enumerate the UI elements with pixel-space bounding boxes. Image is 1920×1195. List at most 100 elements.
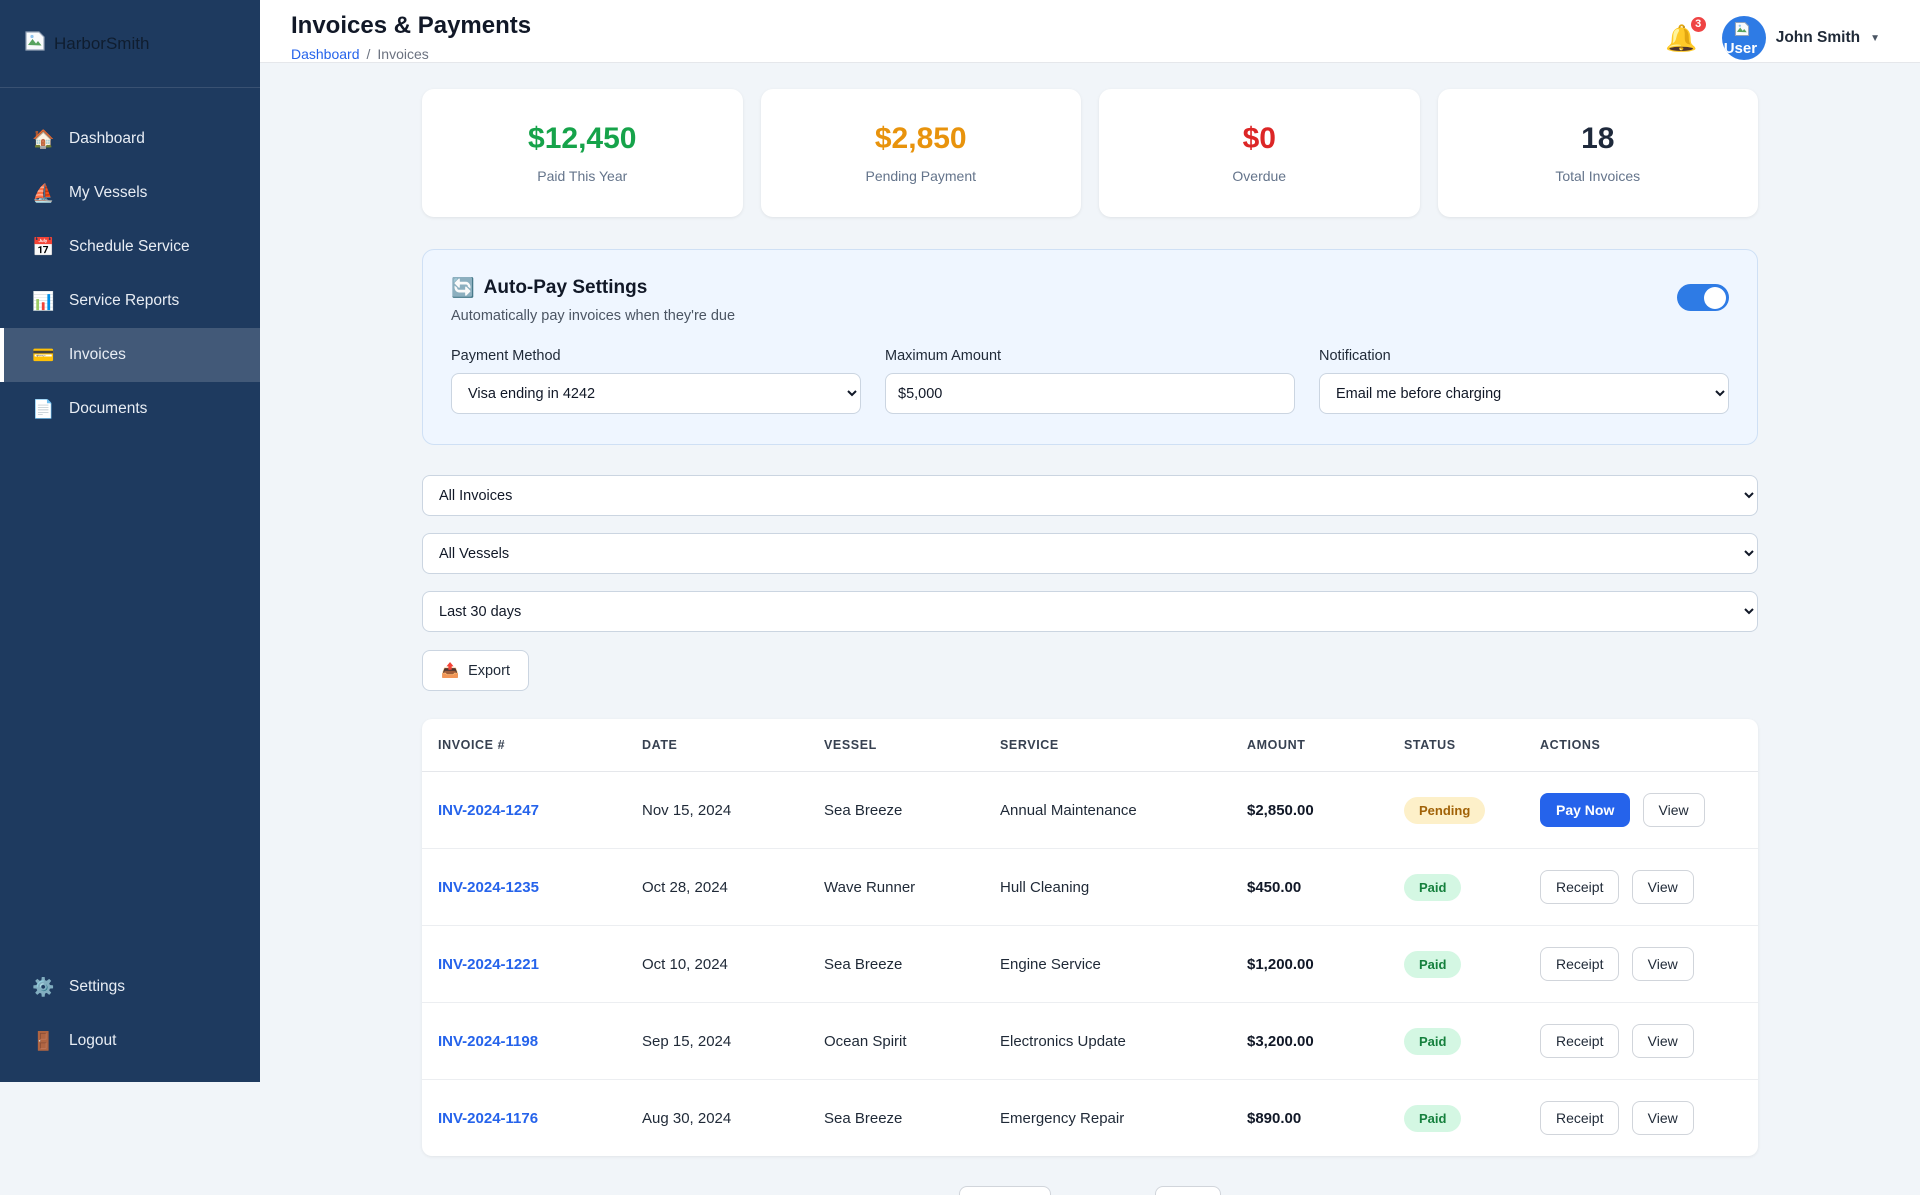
export-button[interactable]: 📤 Export — [422, 650, 529, 691]
vessel-filter[interactable]: All Vessels — [422, 533, 1758, 574]
column-header-service: SERVICE — [984, 719, 1231, 772]
previous-page-button[interactable]: Previous — [958, 1186, 1052, 1195]
autopay-icon: 🔄 — [451, 278, 475, 299]
stat-label: Paid This Year — [537, 168, 628, 184]
invoice-vessel: Sea Breeze — [808, 925, 984, 1003]
view-button[interactable]: View — [1631, 870, 1694, 904]
receipt-button[interactable]: Receipt — [1540, 947, 1620, 981]
table-row: INV-2024-1221 Oct 10, 2024 Sea Breeze En… — [422, 925, 1758, 1003]
column-header-vessel: VESSEL — [808, 719, 984, 772]
breadcrumb-current: Invoices — [377, 46, 429, 62]
avatar-alt-text: User — [1723, 40, 1758, 57]
notification-select[interactable]: Email me before charging — [1319, 373, 1729, 414]
sidebar-item-label: Dashboard — [69, 130, 145, 147]
sidebar-item-documents[interactable]: 📄 Documents — [0, 382, 260, 436]
invoice-vessel: Sea Breeze — [808, 771, 984, 849]
bar-chart-icon: 📊 — [32, 290, 55, 311]
credit-card-icon: 💳 — [32, 344, 55, 365]
view-button[interactable]: View — [1631, 1101, 1694, 1135]
sidebar-item-my-vessels[interactable]: ⛵ My Vessels — [0, 166, 260, 220]
receipt-button[interactable]: Receipt — [1540, 1101, 1620, 1135]
receipt-button[interactable]: Receipt — [1540, 1024, 1620, 1058]
stat-value: $12,450 — [528, 122, 637, 155]
invoice-link[interactable]: INV-2024-1247 — [438, 802, 539, 819]
stats-row: $12,450 Paid This Year $2,850 Pending Pa… — [422, 89, 1758, 217]
column-header-amount: AMOUNT — [1231, 719, 1388, 772]
toggle-knob — [1704, 286, 1726, 309]
notifications-button[interactable]: 🔔 3 — [1665, 14, 1708, 54]
export-label: Export — [468, 662, 510, 679]
top-header: Invoices & Payments Dashboard / Invoices… — [260, 0, 1920, 63]
user-menu[interactable]: User John Smith ▼ — [1721, 16, 1880, 60]
invoice-link[interactable]: INV-2024-1221 — [438, 956, 539, 973]
date-range-filter[interactable]: Last 30 days — [422, 591, 1758, 632]
breadcrumb-separator: / — [366, 46, 371, 62]
maximum-amount-label: Maximum Amount — [885, 348, 1002, 364]
payment-method-select[interactable]: Visa ending in 4242 — [451, 373, 861, 414]
app-root: HarborSmith 🏠 Dashboard ⛵ My Vessels 📅 S… — [0, 0, 1920, 1195]
maximum-amount-input[interactable] — [885, 373, 1295, 414]
sidebar-nav: 🏠 Dashboard ⛵ My Vessels 📅 Schedule Serv… — [0, 112, 260, 436]
table-row: INV-2024-1176 Aug 30, 2024 Sea Breeze Em… — [422, 1080, 1758, 1157]
pay-now-button[interactable]: Pay Now — [1540, 793, 1631, 827]
autopay-title: Auto-Pay Settings — [483, 277, 648, 298]
sidebar-item-label: Invoices — [69, 346, 126, 363]
view-button[interactable]: View — [1631, 947, 1694, 981]
sidebar-item-label: Settings — [69, 978, 126, 995]
notification-label: Notification — [1319, 348, 1391, 364]
chevron-down-icon: ▼ — [1870, 32, 1880, 44]
invoice-amount: $1,200.00 — [1247, 955, 1314, 973]
invoice-link[interactable]: INV-2024-1176 — [438, 1110, 538, 1127]
view-button[interactable]: View — [1631, 1024, 1694, 1058]
stat-value: $0 — [1242, 122, 1276, 155]
column-header-status: STATUS — [1388, 719, 1524, 772]
invoices-table-card: INVOICE # DATE VESSEL SERVICE AMOUNT STA… — [422, 719, 1758, 1156]
breadcrumb-dashboard-link[interactable]: Dashboard — [291, 46, 360, 62]
invoice-date: Sep 15, 2024 — [626, 1002, 808, 1080]
column-header-invoice: INVOICE # — [422, 719, 626, 772]
status-badge: Paid — [1404, 873, 1462, 901]
sidebar-item-dashboard[interactable]: 🏠 Dashboard — [0, 112, 260, 166]
sailboat-icon: ⛵ — [32, 182, 55, 203]
maximum-amount-group: Maximum Amount — [885, 348, 1295, 414]
sidebar-item-logout[interactable]: 🚪 Logout — [0, 1014, 260, 1068]
receipt-button[interactable]: Receipt — [1540, 870, 1620, 904]
document-icon: 📄 — [32, 398, 55, 419]
invoice-link[interactable]: INV-2024-1235 — [438, 879, 539, 896]
sidebar-item-label: Service Reports — [69, 292, 180, 309]
autopay-toggle[interactable] — [1677, 284, 1729, 311]
broken-image-icon — [1734, 21, 1750, 42]
sidebar-item-schedule-service[interactable]: 📅 Schedule Service — [0, 220, 260, 274]
sidebar-item-label: Documents — [69, 400, 148, 417]
stat-card-paid-this-year: $12,450 Paid This Year — [422, 89, 743, 217]
stat-card-overdue: $0 Overdue — [1099, 89, 1420, 217]
status-badge: Paid — [1404, 1027, 1462, 1055]
invoices-table: INVOICE # DATE VESSEL SERVICE AMOUNT STA… — [422, 719, 1758, 1156]
invoice-amount: $890.00 — [1247, 1109, 1302, 1127]
brand-alt-text: HarborSmith — [54, 33, 150, 53]
page-content: $12,450 Paid This Year $2,850 Pending Pa… — [422, 63, 1758, 1195]
sidebar-item-service-reports[interactable]: 📊 Service Reports — [0, 274, 260, 328]
table-row: INV-2024-1235 Oct 28, 2024 Wave Runner H… — [422, 848, 1758, 926]
export-icon: 📤 — [441, 663, 460, 679]
status-badge: Paid — [1404, 1104, 1462, 1132]
status-badge: Pending — [1404, 796, 1486, 824]
sidebar-item-settings[interactable]: ⚙️ Settings — [0, 960, 260, 1014]
autopay-panel: 🔄 Auto-Pay Settings Automatically pay in… — [422, 249, 1758, 445]
notification-count-badge: 3 — [1688, 14, 1708, 34]
stat-label: Total Invoices — [1555, 168, 1641, 184]
invoice-amount: $450.00 — [1247, 878, 1302, 896]
invoice-date: Aug 30, 2024 — [642, 1109, 732, 1127]
invoice-service: Hull Cleaning — [984, 848, 1231, 926]
autopay-subtitle: Automatically pay invoices when they're … — [451, 308, 736, 324]
next-page-button[interactable]: Next — [1155, 1186, 1222, 1195]
invoice-link[interactable]: INV-2024-1198 — [438, 1033, 538, 1050]
view-button[interactable]: View — [1642, 793, 1705, 827]
stat-card-total-invoices: 18 Total Invoices — [1437, 89, 1758, 217]
stat-value: 18 — [1581, 122, 1615, 155]
invoice-status-filter[interactable]: All Invoices — [422, 475, 1758, 516]
sidebar-item-invoices[interactable]: 💳 Invoices — [0, 328, 260, 382]
gear-icon: ⚙️ — [32, 976, 55, 997]
page-title: Invoices & Payments — [291, 12, 532, 39]
table-row: INV-2024-1198 Sep 15, 2024 Ocean Spirit … — [422, 1002, 1758, 1080]
